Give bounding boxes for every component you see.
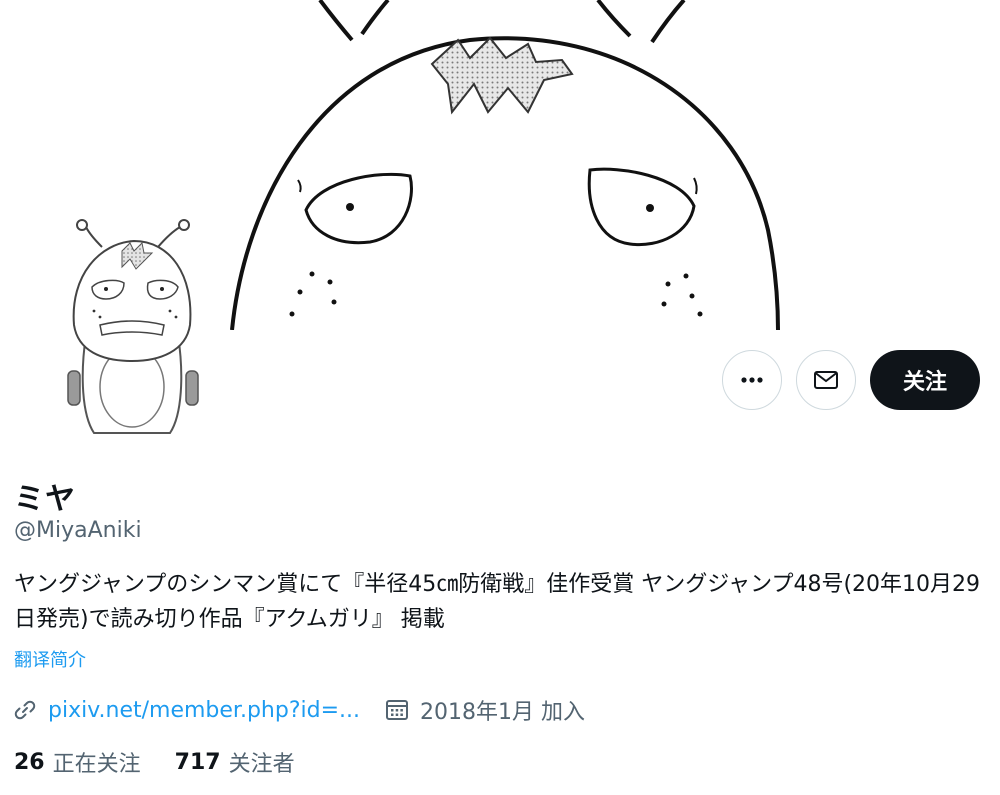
- profile-bio: ヤングジャンプのシンマン賞にて『半径45㎝防衛戦』佳作受賞 ヤングジャンプ48号…: [14, 572, 981, 632]
- followers-count: 717: [174, 749, 221, 775]
- join-date: 2018年1月 加入: [384, 694, 585, 726]
- followers-link[interactable]: 717 关注者: [175, 746, 295, 778]
- display-name: ミヤ: [14, 482, 76, 517]
- more-options-button[interactable]: [722, 350, 782, 410]
- following-link[interactable]: 26 正在关注: [14, 746, 141, 778]
- join-date-text: 2018年1月 加入: [420, 700, 585, 725]
- more-horizontal-icon: [741, 377, 763, 383]
- followers-label: 关注者: [228, 752, 295, 777]
- profile-avatar[interactable]: [10, 175, 230, 445]
- profile-meta: pixiv.net/member.php?id=... 2018年1月 加入: [12, 692, 585, 728]
- following-label: 正在关注: [52, 752, 141, 777]
- translate-bio-link[interactable]: 翻译简介: [14, 646, 86, 672]
- profile-actions: 关注: [722, 350, 980, 410]
- user-handle: @MiyaAniki: [14, 518, 142, 543]
- follow-button[interactable]: 关注: [870, 350, 980, 410]
- website-link[interactable]: pixiv.net/member.php?id=...: [48, 698, 360, 723]
- following-count: 26: [14, 749, 45, 775]
- message-button[interactable]: [796, 350, 856, 410]
- calendar-icon: [386, 700, 408, 720]
- link-icon: [14, 700, 36, 720]
- follow-stats: 26 正在关注 717 关注者: [14, 744, 329, 780]
- envelope-icon: [814, 371, 838, 389]
- avatar-illustration: [67, 219, 199, 434]
